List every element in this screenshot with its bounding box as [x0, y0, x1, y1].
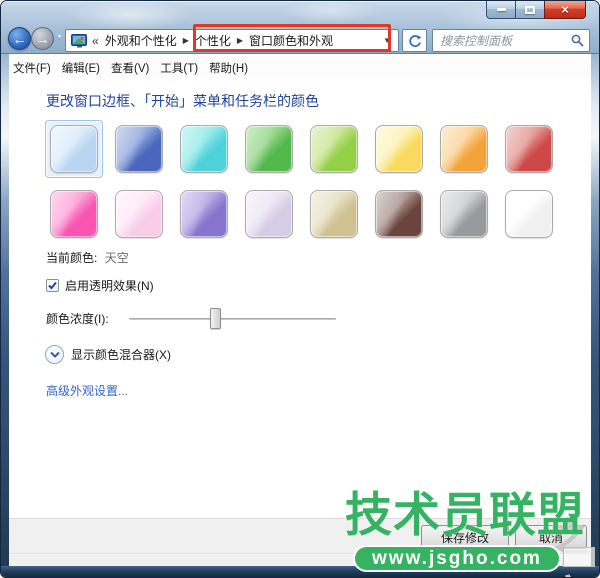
color-swatch-blush[interactable] — [110, 185, 168, 243]
window-border-left — [1, 54, 9, 577]
breadcrumb-item-personalization[interactable]: 个性化 — [193, 32, 233, 49]
swatch-color-tile — [50, 125, 98, 173]
window-border-right — [591, 54, 599, 577]
transparency-checkbox[interactable] — [46, 279, 59, 292]
window-controls: × — [486, 1, 586, 19]
breadcrumb-overflow-chevron[interactable]: « — [92, 34, 99, 48]
color-swatch-sun[interactable] — [370, 120, 428, 178]
menu-tools[interactable]: 工具(T) — [156, 58, 202, 78]
checkmark-icon — [47, 280, 58, 291]
watermark-url: www.jsgho.com — [372, 548, 542, 570]
color-swatch-violet[interactable] — [175, 185, 233, 243]
color-swatch-leaf[interactable] — [240, 120, 298, 178]
swatch-color-tile — [180, 125, 228, 173]
swatch-color-tile — [440, 125, 488, 173]
color-swatch-lime[interactable] — [305, 120, 363, 178]
swatch-color-tile — [115, 190, 163, 238]
swatch-color-tile — [245, 125, 293, 173]
breadcrumb-item-appearance[interactable]: 外观和个性化 — [103, 32, 179, 49]
color-swatch-twilight[interactable] — [110, 120, 168, 178]
watermark-url-pill: www.jsgho.com — [353, 545, 561, 572]
color-swatch-sea[interactable] — [175, 120, 233, 178]
maximize-button[interactable] — [516, 1, 544, 19]
chevron-down-icon — [50, 351, 60, 358]
menu-file[interactable]: 文件(F) — [9, 58, 55, 78]
back-arrow-icon: ← — [13, 32, 27, 46]
menu-bar: 文件(F) 编辑(E) 查看(V) 工具(T) 帮助(H) — [9, 58, 591, 78]
swatch-color-tile — [505, 125, 553, 173]
close-icon: × — [561, 3, 569, 16]
color-swatch-taupe[interactable] — [305, 185, 363, 243]
swatch-color-tile — [375, 125, 423, 173]
swatch-color-tile — [115, 125, 163, 173]
swatch-color-tile — [50, 190, 98, 238]
search-icon[interactable] — [571, 34, 584, 47]
color-swatch-chocolate[interactable] — [370, 185, 428, 243]
color-swatch-lavender[interactable] — [240, 185, 298, 243]
color-swatch-ruby[interactable] — [500, 120, 558, 178]
forward-button[interactable]: → — [31, 27, 54, 50]
menu-help[interactable]: 帮助(H) — [205, 58, 252, 78]
breadcrumb-separator-icon[interactable]: ▶ — [233, 36, 247, 45]
back-button[interactable]: ← — [8, 27, 31, 50]
watermark-badge — [563, 547, 595, 567]
color-swatch-fuchsia[interactable] — [45, 185, 103, 243]
current-color: 当前颜色: 天空 — [46, 249, 129, 266]
refresh-icon — [408, 34, 422, 48]
menu-view[interactable]: 查看(V) — [107, 58, 153, 78]
swatch-color-tile — [310, 190, 358, 238]
forward-arrow-icon: → — [36, 32, 50, 46]
color-swatch-pumpkin[interactable] — [435, 120, 493, 178]
menu-edit[interactable]: 编辑(E) — [58, 58, 104, 78]
minimize-button[interactable] — [486, 1, 516, 19]
current-color-value: 天空 — [105, 251, 129, 265]
window-color-appearance-dialog: × ← → ▼ « 外观和个性化 ▶ 个性化 ▶ 窗口颜色和外观 ▼ — [0, 0, 600, 578]
color-intensity-slider[interactable] — [129, 318, 336, 320]
swatch-row-1 — [45, 120, 558, 178]
current-color-label: 当前颜色: — [46, 251, 97, 265]
breadcrumb-separator-icon[interactable]: ▶ — [179, 36, 193, 45]
color-mixer-expander[interactable]: 显示颜色混合器(X) — [45, 345, 171, 364]
maximize-icon — [525, 6, 535, 14]
swatch-row-2 — [45, 185, 558, 243]
personalization-icon — [71, 34, 88, 48]
chevron-down-button[interactable] — [45, 345, 64, 364]
intensity-row: 颜色浓度(I): — [46, 310, 109, 327]
transparency-row: 启用透明效果(N) — [46, 277, 154, 294]
color-swatch-frost[interactable] — [500, 185, 558, 243]
intensity-label: 颜色浓度(I): — [46, 312, 109, 326]
swatch-color-tile — [180, 190, 228, 238]
color-intensity-thumb[interactable] — [210, 308, 221, 329]
minimize-icon — [497, 8, 506, 11]
color-mixer-label: 显示颜色混合器(X) — [71, 346, 171, 363]
swatch-color-tile — [440, 190, 488, 238]
swatch-color-tile — [245, 190, 293, 238]
refresh-button[interactable] — [402, 29, 427, 52]
page-title: 更改窗口边框、「开始」菜单和任务栏的颜色 — [46, 91, 319, 111]
close-button[interactable]: × — [544, 1, 586, 19]
color-swatch-slate[interactable] — [435, 185, 493, 243]
color-swatch-sky[interactable] — [45, 120, 103, 178]
address-dropdown-icon[interactable]: ▼ — [380, 36, 394, 45]
address-bar[interactable]: « 外观和个性化 ▶ 个性化 ▶ 窗口颜色和外观 ▼ — [65, 29, 399, 52]
swatch-color-tile — [505, 190, 553, 238]
swatch-color-tile — [310, 125, 358, 173]
transparency-label[interactable]: 启用透明效果(N) — [65, 277, 154, 294]
watermark-title: 技术员联盟 — [345, 489, 585, 541]
history-dropdown[interactable]: ▼ — [56, 34, 63, 41]
swatch-color-tile — [375, 190, 423, 238]
advanced-appearance-link[interactable]: 高级外观设置... — [46, 382, 128, 399]
search-box — [432, 29, 590, 52]
breadcrumb-item-window-color[interactable]: 窗口颜色和外观 — [247, 32, 335, 49]
search-input[interactable] — [438, 33, 571, 49]
